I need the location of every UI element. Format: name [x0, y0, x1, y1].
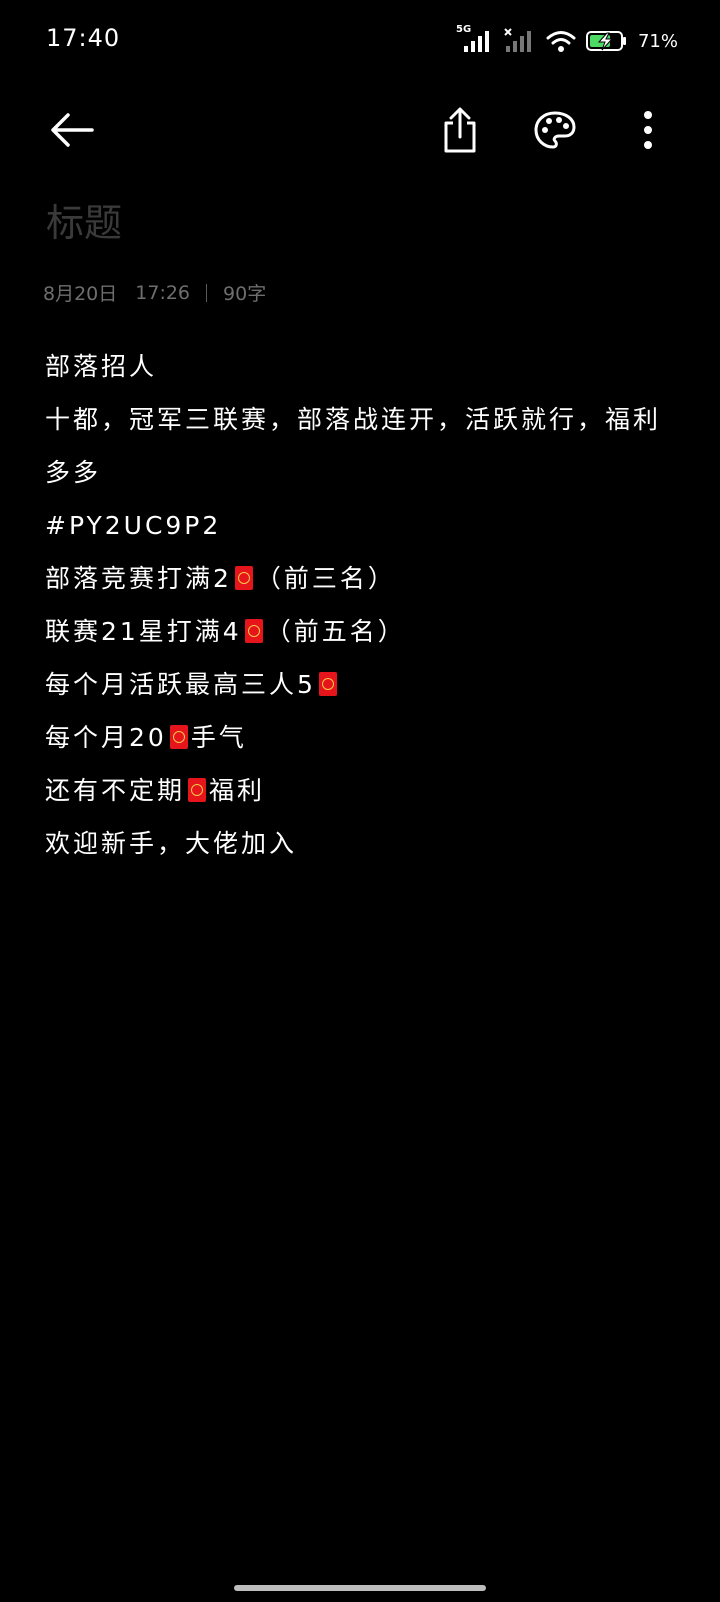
- network-type: 5G: [455, 24, 472, 35]
- note-text: 福利: [209, 776, 266, 805]
- wifi-icon: [546, 31, 576, 52]
- note-line: 每个月20 手气: [45, 711, 685, 764]
- note-line: 还有不定期 福利: [45, 764, 685, 817]
- note-text: （前三名）: [255, 564, 396, 593]
- note-line: 联赛21星打满4 （前五名）: [45, 605, 685, 658]
- note-date: 8月20日: [43, 283, 118, 305]
- note-line: 部落招人: [45, 352, 158, 381]
- more-button[interactable]: [620, 102, 676, 158]
- note-text: 每个月活跃最高三人5: [45, 670, 316, 699]
- home-indicator[interactable]: [234, 1585, 486, 1591]
- signal-5g-icon: 5G: [456, 24, 494, 54]
- note-body[interactable]: 部落招人 十都，冠军三联赛，部落战连开，活跃就行，福利多多 #PY2UC9P2 …: [45, 340, 685, 870]
- note-title-field[interactable]: 标题: [46, 192, 122, 247]
- note-text: 联赛21星打满4: [45, 617, 242, 646]
- note-line: #PY2UC9P2: [45, 511, 222, 540]
- palette-icon: [534, 111, 576, 149]
- red-envelope-icon: [188, 778, 207, 802]
- more-vertical-icon: [644, 111, 652, 149]
- note-time: 17:26: [135, 281, 191, 304]
- note-line: 欢迎新手，大佬加入: [45, 829, 298, 858]
- back-button[interactable]: [44, 102, 100, 158]
- note-line: 部落竞赛打满2 （前三名）: [45, 552, 685, 605]
- note-toolbar: [0, 90, 720, 170]
- meta-divider: [206, 283, 208, 302]
- battery-percent: 71%: [637, 30, 678, 52]
- status-bar: 17:40 5G 71%: [0, 0, 720, 80]
- note-line: 每个月活跃最高三人5: [45, 658, 685, 711]
- note-text: （前五名）: [265, 617, 406, 646]
- status-icons: 5G 71%: [456, 24, 678, 54]
- note-text: 每个月20: [45, 723, 167, 752]
- note-text: 部落竞赛打满2: [45, 564, 232, 593]
- note-line: 十都，冠军三联赛，部落战连开，活跃就行，福利多多: [45, 405, 662, 487]
- battery-charging-icon: [585, 31, 626, 51]
- share-icon: [444, 107, 476, 153]
- signal-no-sim-icon: [504, 28, 536, 54]
- red-envelope-icon: [234, 566, 253, 590]
- note-text: 还有不定期: [45, 776, 186, 805]
- share-button[interactable]: [432, 102, 488, 158]
- theme-button[interactable]: [527, 102, 583, 158]
- red-envelope-icon: [169, 725, 188, 749]
- back-arrow-icon: [51, 113, 94, 147]
- note-text: 手气: [190, 723, 247, 752]
- status-time: 17:40: [46, 24, 121, 52]
- note-meta: 8月20日 17:26 90字: [43, 279, 266, 306]
- red-envelope-icon: [318, 672, 337, 696]
- red-envelope-icon: [244, 619, 263, 643]
- note-char-count: 90字: [223, 283, 267, 305]
